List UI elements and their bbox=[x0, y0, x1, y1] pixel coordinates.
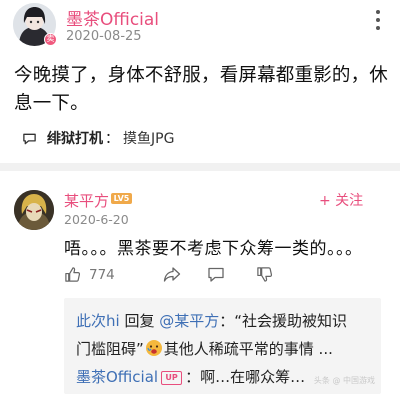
reply-line-3: 墨茶Official UP ：啊…在哪众筹… bbox=[76, 366, 305, 387]
comment-icon bbox=[208, 267, 224, 282]
reply-text-b: 其他人稀疏平常的事情 ... bbox=[163, 340, 333, 358]
emoji-icon bbox=[145, 340, 162, 356]
topic-link[interactable]: 绯狱打机 ： 摸鱼JPG bbox=[22, 128, 174, 148]
commenter-avatar[interactable] bbox=[14, 190, 54, 230]
reply-line-1: 此次hi 回复 @某平方：“社会援助被知识 bbox=[76, 310, 347, 331]
dislike-icon bbox=[257, 267, 273, 282]
post-author-name[interactable]: 墨茶Official bbox=[66, 5, 159, 30]
dislike-button[interactable] bbox=[256, 266, 273, 283]
up-user[interactable]: 墨茶Official bbox=[76, 368, 158, 386]
comment-content: 唔。。。黑茶要不考虑下众筹一类的。。。 bbox=[64, 239, 363, 259]
topic-text: 摸鱼JPG bbox=[123, 131, 175, 147]
topic-name: 绯狱打机 bbox=[47, 131, 103, 147]
reply-line-2: 门槛阻碍” 其他人稀疏平常的事情 ... bbox=[76, 338, 333, 359]
comment-date: 2020-6-20 bbox=[64, 212, 129, 227]
reply-button[interactable] bbox=[207, 266, 225, 283]
reply-target[interactable]: @某平方 bbox=[159, 312, 219, 330]
like-icon bbox=[65, 267, 81, 282]
topic-icon bbox=[23, 133, 36, 144]
reply-quote: ：“社会援助被知识 bbox=[219, 312, 348, 330]
topic-separator: ： bbox=[105, 131, 119, 147]
level-badge: LV5 bbox=[111, 193, 132, 204]
follow-button[interactable]: + 关注 bbox=[319, 190, 363, 210]
up-badge: UP bbox=[161, 371, 183, 385]
like-button[interactable]: 774 bbox=[64, 266, 115, 283]
share-button[interactable] bbox=[163, 266, 181, 283]
watermark: 头条 @ 中国游戏 bbox=[313, 376, 375, 385]
post-content: 今晚摸了，身体不舒服，看屏幕都重影的，休息一下。 bbox=[14, 65, 389, 114]
up-reply-text: ：啊…在哪众筹… bbox=[185, 368, 306, 386]
avatar-badge: 卖 bbox=[44, 33, 57, 46]
reply-verb: 回复 bbox=[119, 312, 160, 330]
section-divider bbox=[0, 163, 400, 171]
reply-text-a: 门槛阻碍” bbox=[76, 340, 144, 358]
post-date: 2020-08-25 bbox=[66, 29, 142, 44]
comment-author-name[interactable]: 某平方 bbox=[64, 190, 109, 211]
more-icon[interactable] bbox=[376, 10, 380, 32]
reply-user[interactable]: 此次hi bbox=[76, 312, 120, 330]
like-count: 774 bbox=[89, 266, 115, 283]
share-icon bbox=[163, 267, 181, 282]
replies-box[interactable]: 此次hi 回复 @某平方：“社会援助被知识 门槛阻碍” 其他人稀疏平常的事情 .… bbox=[64, 298, 381, 394]
